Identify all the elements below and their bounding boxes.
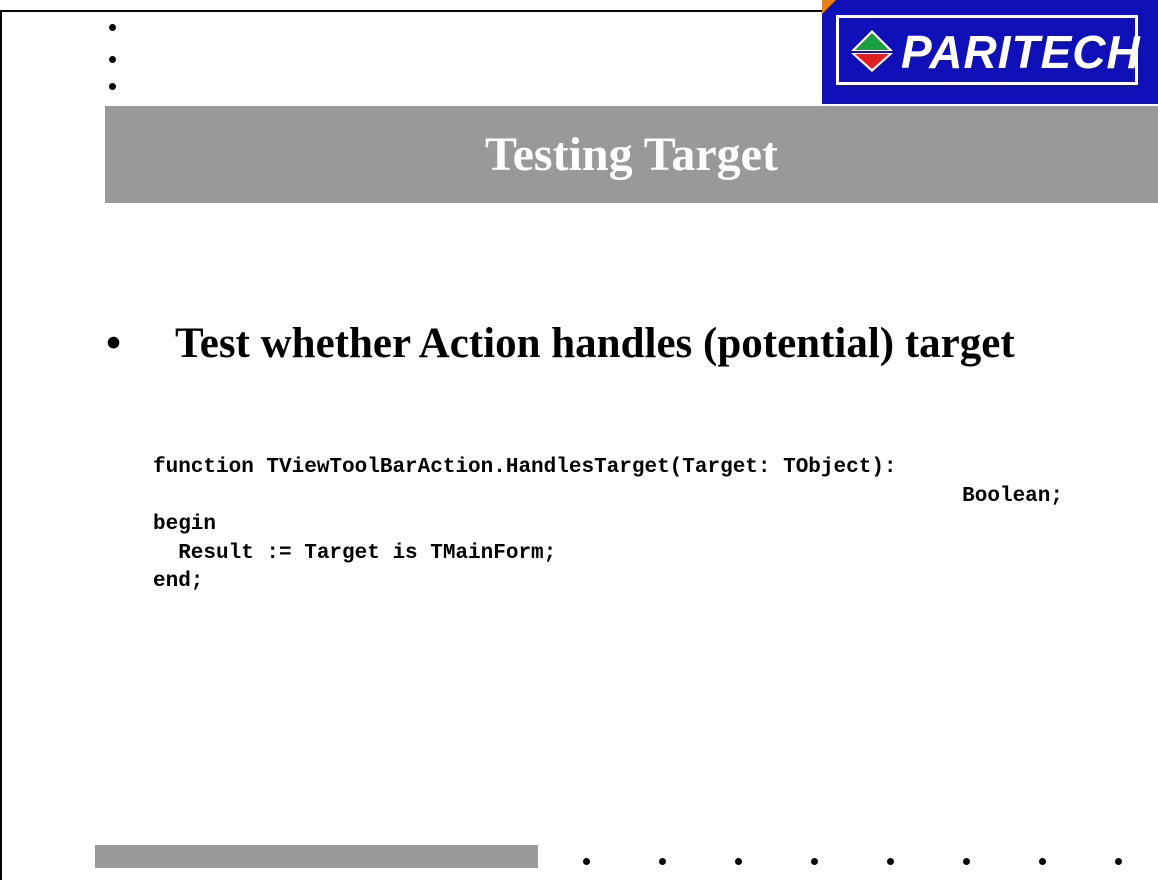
code-line: function TViewToolBarAction.HandlesTarge…: [153, 456, 897, 479]
decorative-dot: [1115, 858, 1122, 865]
logo-accent-corner: [822, 0, 836, 14]
decorative-dot: [109, 83, 116, 90]
code-line: end;: [153, 570, 204, 593]
code-line: Boolean;: [962, 484, 1063, 508]
decorative-dot: [109, 24, 116, 31]
decorative-dot: [659, 858, 666, 865]
decorative-dot: [811, 858, 818, 865]
code-line: Result := Target is TMainForm;: [153, 541, 557, 565]
paritech-logo: PARITECH: [822, 0, 1158, 104]
decorative-dot: [887, 858, 894, 865]
title-bar: Testing Target: [105, 106, 1158, 203]
slide-title: Testing Target: [485, 127, 778, 181]
code-line: begin: [153, 513, 217, 536]
decorative-dot: [583, 858, 590, 865]
code-block: function TViewToolBarAction.HandlesTarge…: [153, 454, 1063, 597]
decorative-dot: [1039, 858, 1046, 865]
paritech-diamond-icon: [851, 30, 893, 72]
bullet-icon: •: [106, 320, 122, 367]
decorative-dot: [735, 858, 742, 865]
decorative-dot: [963, 858, 970, 865]
footer-bar: [95, 845, 538, 868]
bullet-text: Test whether Action handles (potential) …: [175, 320, 1015, 367]
logo-frame: PARITECH: [836, 15, 1141, 85]
logo-text: PARITECH: [901, 26, 1141, 78]
decorative-dot: [109, 56, 116, 63]
